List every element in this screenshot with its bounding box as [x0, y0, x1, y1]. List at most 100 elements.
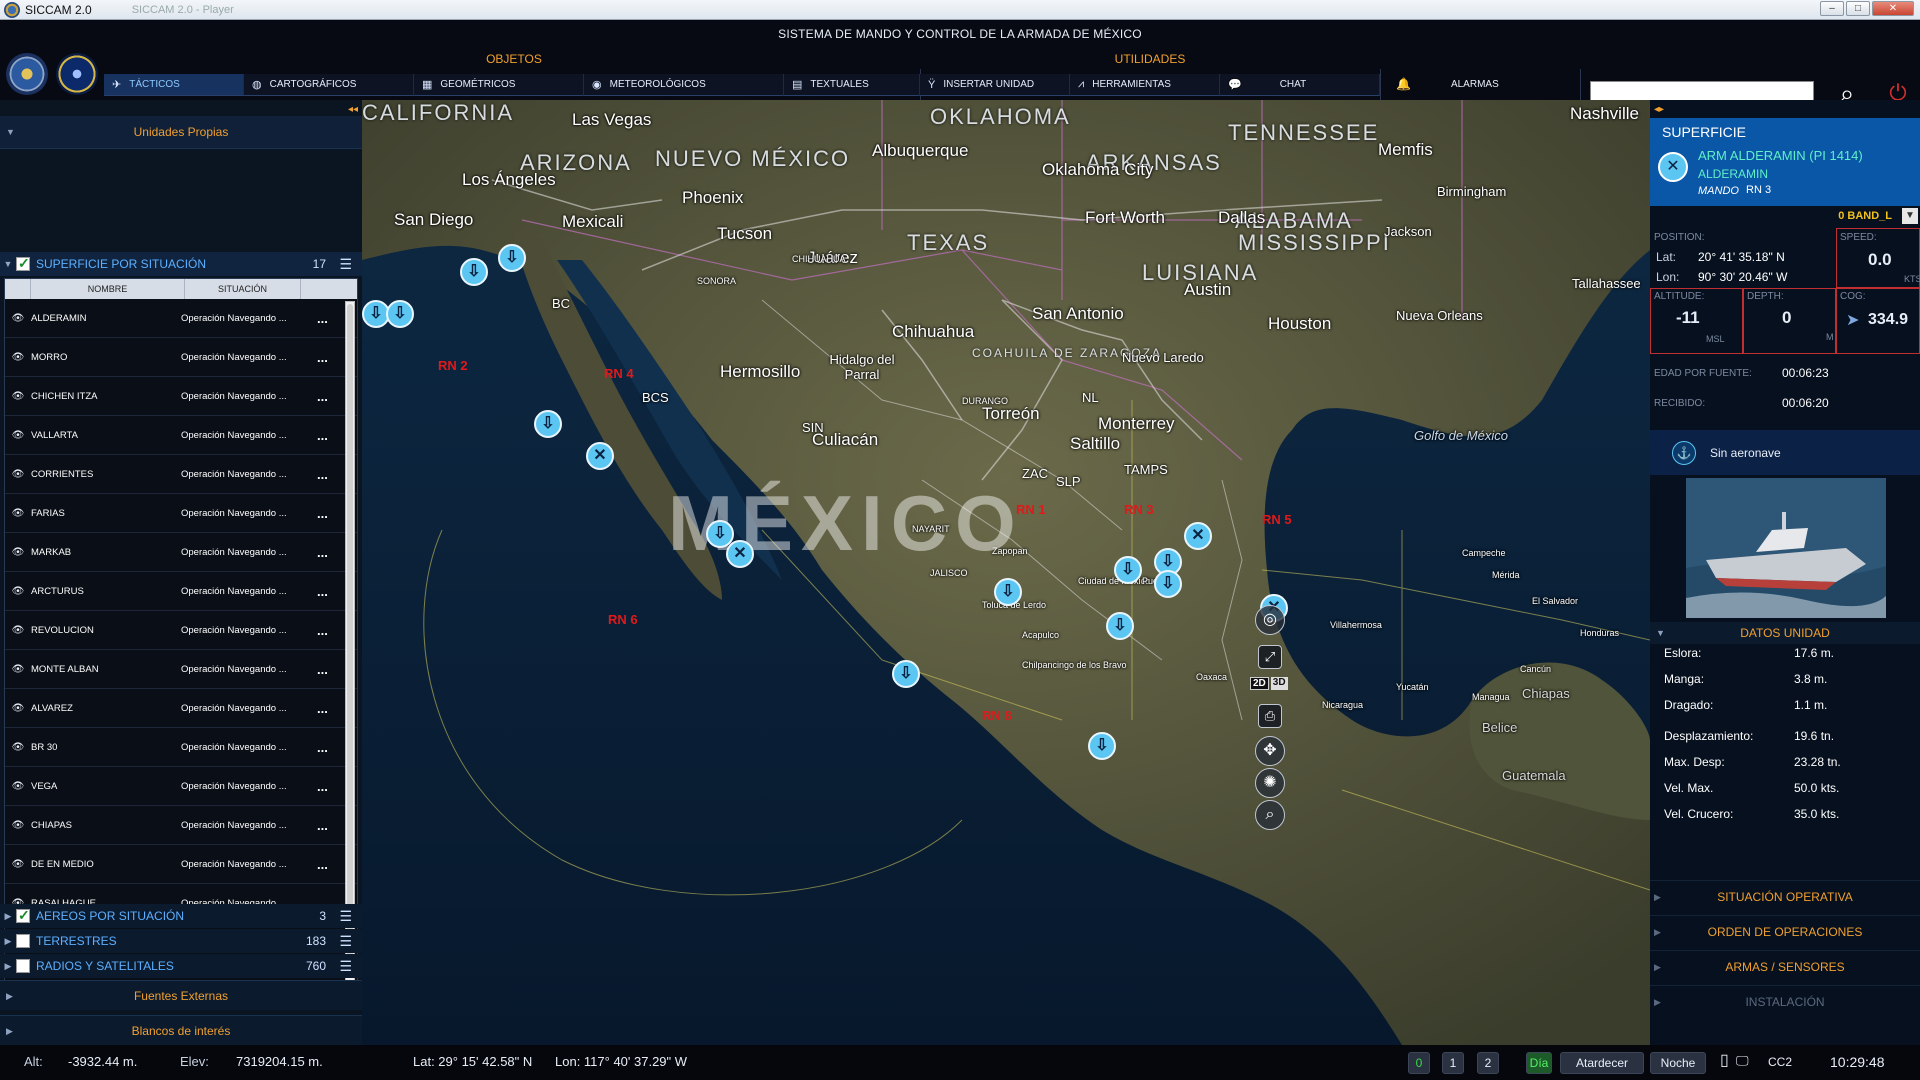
table-row[interactable]: 👁 ALVAREZ Operación Navegando ......	[5, 689, 357, 728]
unit-marker[interactable]: ⇩	[1106, 612, 1134, 640]
eye-icon[interactable]: 👁	[5, 469, 31, 480]
table-row[interactable]: 👁 REVOLUCION Operación Navegando ......	[5, 611, 357, 650]
print-icon[interactable]: ⎙	[1258, 704, 1282, 728]
table-row[interactable]: 👁 VALLARTA Operación Navegando ......	[5, 416, 357, 455]
situacion-operativa-button[interactable]: ▶ SITUACIÓN OPERATIVA	[1650, 880, 1920, 912]
tab-cartograficos[interactable]: ◍ CARTOGRÁFICOS	[244, 74, 414, 96]
view-2d-button[interactable]: 2D	[1250, 677, 1269, 690]
unit-marker[interactable]: ✕	[586, 442, 614, 470]
targets-header[interactable]: ▶ Blancos de interés	[0, 1015, 362, 1045]
eye-icon[interactable]: 👁	[5, 820, 31, 831]
vertical-scrollbar[interactable]	[345, 301, 355, 981]
own-units-header[interactable]: ▼ Unidades Propias	[0, 116, 362, 149]
more-options-button[interactable]: ...	[317, 701, 328, 716]
eye-icon[interactable]: 👁	[5, 742, 31, 753]
close-button[interactable]: ✕	[1872, 1, 1914, 16]
chevron-down-icon[interactable]: ▼	[0, 259, 16, 269]
more-options-button[interactable]: ...	[317, 467, 328, 482]
compass-icon[interactable]: ◎	[1255, 605, 1285, 635]
layer-2-button[interactable]: 2	[1477, 1052, 1499, 1074]
eye-icon[interactable]: 👁	[5, 664, 31, 675]
mode-noche-button[interactable]: Noche	[1650, 1052, 1706, 1074]
eye-icon[interactable]: 👁	[5, 391, 31, 402]
collapse-right-icon[interactable]: ◂▸	[1654, 104, 1664, 115]
table-row[interactable]: 👁 MORRO Operación Navegando ......	[5, 338, 357, 377]
more-options-button[interactable]: ...	[317, 857, 328, 872]
orden-operaciones-button[interactable]: ▶ ORDEN DE OPERACIONES	[1650, 915, 1920, 947]
unit-marker[interactable]: ⇩	[994, 578, 1022, 606]
more-options-button[interactable]: ...	[317, 818, 328, 833]
map-view[interactable]: CALIFORNIA ARIZONA NUEVO MÉXICO OKLAHOMA…	[362, 100, 1650, 1045]
unit-marker[interactable]: ⇩	[460, 258, 488, 286]
tab-insertar-unidad[interactable]: Ÿ INSERTAR UNIDAD	[920, 74, 1070, 96]
column-situacion[interactable]: SITUACIÓN	[185, 279, 301, 299]
terrestres-checkbox[interactable]	[16, 934, 30, 948]
unit-marker[interactable]: ✕	[1184, 522, 1212, 550]
aereos-group-row[interactable]: ▶ AEREOS POR SITUACIÓN 3 ☰	[0, 904, 362, 928]
more-options-button[interactable]: ...	[317, 350, 328, 365]
table-row[interactable]: 👁 VEGA Operación Navegando ......	[5, 767, 357, 806]
tab-herramientas[interactable]: ⩘ HERRAMIENTAS	[1070, 74, 1220, 96]
menu-icon[interactable]: ☰	[339, 908, 352, 925]
tab-tacticos[interactable]: ✈ TÁCTICOS	[104, 74, 244, 96]
view-3d-button[interactable]: 3D	[1270, 677, 1288, 690]
more-options-button[interactable]: ...	[317, 428, 328, 443]
tab-meteorologicos[interactable]: ◉ METEOROLÓGICOS	[584, 74, 784, 96]
menu-icon[interactable]: ☰	[339, 256, 352, 273]
eye-icon[interactable]: 👁	[5, 703, 31, 714]
armas-sensores-button[interactable]: ▶ ARMAS / SENSORES	[1650, 950, 1920, 982]
table-row[interactable]: 👁 MONTE ALBAN Operación Navegando ......	[5, 650, 357, 689]
table-row[interactable]: 👁 MARKAB Operación Navegando ......	[5, 533, 357, 572]
table-row[interactable]: 👁 DE EN MEDIO Operación Navegando ......	[5, 845, 357, 884]
external-sources-header[interactable]: ▶ Fuentes Externas	[0, 980, 362, 1010]
eye-icon[interactable]: 👁	[5, 586, 31, 597]
eye-icon[interactable]: 👁	[5, 508, 31, 519]
table-row[interactable]: 👁 ARCTURUS Operación Navegando ......	[5, 572, 357, 611]
band-select[interactable]: 0 BAND_L ▼	[1650, 206, 1920, 226]
more-options-button[interactable]: ...	[317, 662, 328, 677]
tab-chat[interactable]: 💬 CHAT	[1220, 74, 1380, 96]
minimize-button[interactable]: –	[1820, 1, 1844, 16]
more-options-button[interactable]: ...	[317, 740, 328, 755]
column-nombre[interactable]: NOMBRE	[31, 279, 185, 299]
chevron-down-icon[interactable]: ▼	[1902, 208, 1918, 224]
tab-textuales[interactable]: ▤ TEXTUALES	[784, 74, 920, 96]
layer-1-button[interactable]: 1	[1442, 1052, 1464, 1074]
tab-geometricos[interactable]: ▦ GEOMÉTRICOS	[414, 74, 584, 96]
eye-icon[interactable]: 👁	[5, 430, 31, 441]
menu-icon[interactable]: ☰	[339, 958, 352, 975]
collapse-left-icon[interactable]: ◂◂	[348, 104, 358, 115]
table-row[interactable]: 👁 ALDERAMIN Operación Navegando ......	[5, 299, 357, 338]
terrestres-group-row[interactable]: ▶ TERRESTRES 183 ☰	[0, 929, 362, 953]
more-options-button[interactable]: ...	[317, 389, 328, 404]
table-row[interactable]: 👁 FARIAS Operación Navegando ......	[5, 494, 357, 533]
unit-marker[interactable]: ✕	[726, 540, 754, 568]
mode-atardecer-button[interactable]: Atardecer	[1560, 1052, 1644, 1074]
more-options-button[interactable]: ...	[317, 506, 328, 521]
unit-marker[interactable]: ⇩	[1154, 570, 1182, 598]
fullscreen-icon[interactable]: ⤢	[1258, 645, 1282, 669]
chevron-right-icon[interactable]: ▶	[0, 961, 16, 972]
eye-icon[interactable]: 👁	[5, 859, 31, 870]
unit-marker[interactable]: ⇩	[534, 410, 562, 438]
tilt-icon[interactable]: ✺	[1255, 768, 1285, 798]
table-row[interactable]: 👁 BR 30 Operación Navegando ......	[5, 728, 357, 767]
radios-checkbox[interactable]	[16, 959, 30, 973]
eye-icon[interactable]: 👁	[5, 352, 31, 363]
chevron-right-icon[interactable]: ▶	[0, 936, 16, 947]
table-row[interactable]: 👁 CORRIENTES Operación Navegando ......	[5, 455, 357, 494]
more-options-button[interactable]: ...	[317, 779, 328, 794]
unit-marker[interactable]: ⇩	[498, 244, 526, 272]
eye-icon[interactable]: 👁	[5, 781, 31, 792]
pan-icon[interactable]: ✥	[1255, 736, 1285, 766]
more-options-button[interactable]: ...	[317, 545, 328, 560]
surface-checkbox[interactable]	[16, 255, 30, 272]
radios-group-row[interactable]: ▶ RADIOS Y SATELITALES 760 ☰	[0, 954, 362, 978]
unit-data-header[interactable]: ▼ DATOS UNIDAD	[1650, 622, 1920, 644]
layer-0-button[interactable]: 0	[1408, 1052, 1430, 1074]
eye-icon[interactable]: 👁	[5, 625, 31, 636]
unit-marker[interactable]: ⇩	[1114, 556, 1142, 584]
more-options-button[interactable]: ...	[317, 311, 328, 326]
mode-dia-button[interactable]: Día	[1526, 1052, 1552, 1074]
table-row[interactable]: 👁 CHICHEN ITZA Operación Navegando ......	[5, 377, 357, 416]
